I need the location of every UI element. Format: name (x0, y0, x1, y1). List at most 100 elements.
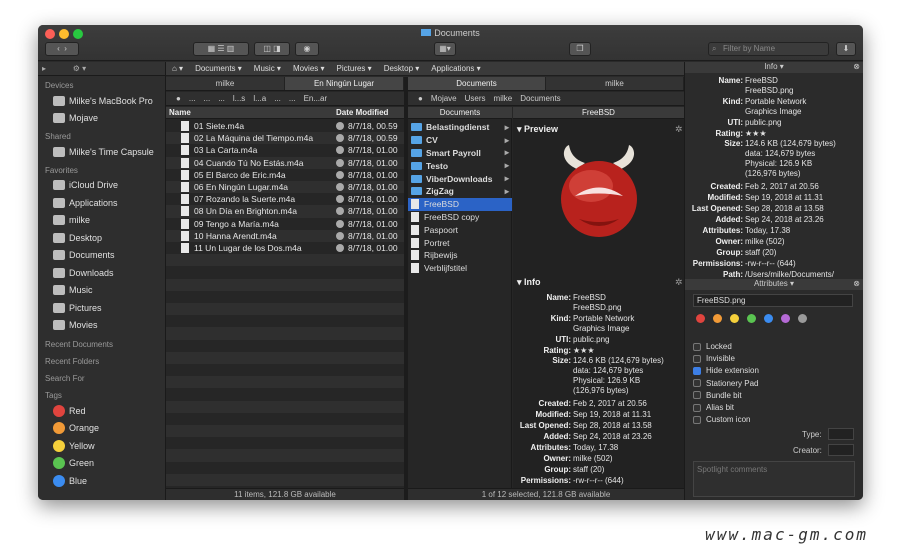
pathbar-item[interactable]: Desktop ▾ (378, 64, 426, 73)
sidebar-item[interactable]: Documents (38, 247, 165, 265)
file-row[interactable]: 06 En Ningún Lugar.m4a 8/7/18, 01.00 (166, 181, 404, 194)
column-item[interactable]: Portret (408, 236, 512, 249)
pathbar-item[interactable]: Pictures ▾ (331, 64, 378, 73)
checkbox[interactable] (693, 403, 701, 412)
column-item[interactable]: Smart Payroll ▸ (408, 147, 512, 160)
tab-1[interactable]: milke (546, 77, 684, 90)
label-color-dot[interactable] (713, 314, 722, 323)
checkbox[interactable] (693, 366, 701, 375)
label-color-dot[interactable] (764, 314, 773, 323)
pathbar-item[interactable]: Music ▾ (248, 64, 287, 73)
breadcrumb-item[interactable]: ... (185, 94, 200, 103)
file-row[interactable]: 08 Un Día en Brighton.m4a 8/7/18, 01.00 (166, 205, 404, 218)
column-item[interactable]: ViberDownloads ▸ (408, 172, 512, 185)
sidebar-toolbar[interactable]: ▸ ⚙ ▾ (38, 62, 165, 76)
sidebar-tag-item[interactable]: Yellow (38, 437, 165, 455)
breadcrumb-item[interactable]: milke (490, 94, 517, 103)
label-color-dot[interactable] (730, 314, 739, 323)
breadcrumb-item[interactable]: l...s (229, 94, 249, 103)
info-panel-header[interactable]: Info ▾ ⊗ (685, 62, 863, 73)
label-color-dot[interactable] (696, 314, 705, 323)
sidebar-tag-item[interactable]: Orange (38, 420, 165, 438)
pathbar-item[interactable]: Movies ▾ (287, 64, 331, 73)
attribute-checkbox[interactable]: Invisible (693, 354, 735, 363)
sidebar-tag-item[interactable]: Green (38, 455, 165, 473)
column-item[interactable]: Belastingdienst ▸ (408, 121, 512, 134)
sidebar-item[interactable]: Applications (38, 194, 165, 212)
sidebar-item[interactable]: Music (38, 282, 165, 300)
sidebar-item[interactable]: Pictures (38, 299, 165, 317)
file-row[interactable]: 07 Rozando la Suerte.m4a 8/7/18, 01.00 (166, 193, 404, 205)
type-field[interactable] (828, 428, 854, 440)
attributes-panel-close-icon[interactable]: ⊗ (853, 279, 860, 289)
file-row[interactable]: 02 La Máquina del Tiempo.m4a 8/7/18, 00.5… (166, 132, 404, 145)
sidebar-item[interactable]: Movies (38, 317, 165, 335)
column-item[interactable]: FreeBSD copy (408, 211, 512, 224)
label-color-dot[interactable] (747, 314, 756, 323)
label-color-dot[interactable] (781, 314, 790, 323)
arrange-button[interactable]: ▦▾ (434, 42, 456, 56)
checkbox[interactable] (693, 379, 701, 388)
label-color-dot[interactable] (798, 314, 807, 323)
column-item[interactable]: FreeBSD (408, 197, 512, 211)
column-item[interactable]: ZigZag ▸ (408, 185, 512, 198)
tab-0[interactable]: milke (166, 77, 285, 90)
checkbox[interactable] (693, 415, 701, 424)
search-for[interactable]: Search For (38, 368, 165, 385)
file-row[interactable]: 05 El Barco de Eric.m4a 8/7/18, 01.00 (166, 169, 404, 181)
dual-pane-toggle[interactable]: ◫ ◨ (254, 42, 290, 56)
download-button[interactable]: ⬇ (836, 42, 856, 56)
breadcrumb-item[interactable]: l...a (249, 94, 270, 103)
breadcrumb-item[interactable]: Documents (516, 94, 564, 103)
column-item[interactable]: Verblijfstitel (408, 262, 512, 275)
info-panel-close-icon[interactable]: ⊗ (853, 62, 860, 72)
column-item[interactable]: Paspoort (408, 223, 512, 236)
file-row[interactable]: 10 Hanna Arendt.m4a 8/7/18, 01.00 (166, 229, 404, 242)
home-icon[interactable]: ⌂ ▾ (166, 64, 189, 73)
column-item[interactable]: CV ▸ (408, 134, 512, 147)
back-forward-buttons[interactable]: ‹ › (45, 42, 79, 56)
checkbox[interactable] (693, 354, 701, 363)
preview-gear-icon[interactable]: ✲ (675, 124, 683, 135)
attribute-checkbox[interactable]: Stationery Pad (693, 379, 758, 388)
copy-button[interactable]: ❐ (569, 42, 591, 56)
info-gear-icon[interactable]: ✲ (675, 277, 683, 288)
creator-field[interactable] (828, 444, 854, 456)
preview-section-label[interactable]: ▾ Preview (517, 124, 558, 135)
breadcrumb-item[interactable]: Users (461, 94, 490, 103)
breadcrumb-item[interactable]: ... (200, 94, 215, 103)
file-row[interactable]: 11 Un Lugar de los Dos.m4a 8/7/18, 01.00 (166, 242, 404, 254)
attribute-checkbox[interactable]: Locked (693, 342, 732, 351)
attribute-checkbox[interactable]: Hide extension (693, 366, 759, 375)
column-item[interactable]: Testo ▸ (408, 159, 512, 172)
sidebar-tag-item[interactable]: Red (38, 402, 165, 420)
recent-documents[interactable]: Recent Documents (38, 334, 165, 351)
quick-look-button[interactable]: ◉ (295, 42, 319, 56)
checkbox[interactable] (693, 391, 701, 400)
sidebar-item[interactable]: Milke's Time Capsule (38, 143, 165, 161)
file-row[interactable]: 09 Tengo a María.m4a 8/7/18, 01.00 (166, 218, 404, 230)
attribute-checkbox[interactable]: Custom icon (693, 415, 750, 424)
date-column-header[interactable]: Date Modified (336, 108, 388, 117)
pathbar-item[interactable]: Documents ▾ (189, 64, 248, 73)
breadcrumb-item[interactable]: En...ar (300, 94, 332, 103)
column-item[interactable]: Rijbewijs (408, 249, 512, 262)
search-input[interactable]: ⌕ Filter by Name (708, 42, 829, 56)
sidebar-item[interactable]: Desktop (38, 229, 165, 247)
sidebar-item[interactable]: Milke's MacBook Pro (38, 92, 165, 110)
filename-field[interactable]: FreeBSD.png (693, 294, 853, 307)
breadcrumb-item[interactable]: ... (214, 94, 229, 103)
name-column-header[interactable]: Name (169, 108, 191, 117)
sidebar-item[interactable]: milke (38, 212, 165, 230)
recent-folders[interactable]: Recent Folders (38, 351, 165, 368)
breadcrumb-item[interactable]: Mojave (427, 94, 461, 103)
sidebar-item[interactable]: iCloud Drive (38, 177, 165, 195)
tab-1[interactable]: En Ningún Lugar (285, 77, 404, 90)
pathbar-item[interactable]: Applications ▾ (425, 64, 486, 73)
attribute-checkbox[interactable]: Bundle bit (693, 391, 742, 400)
spotlight-comments-field[interactable]: Spotlight comments (693, 461, 855, 497)
view-mode-buttons[interactable]: ▦ ☰ ▥ (193, 42, 249, 56)
sidebar-item[interactable]: Downloads (38, 264, 165, 282)
sidebar-tag-item[interactable]: Blue (38, 472, 165, 490)
sidebar-item[interactable]: Mojave (38, 110, 165, 128)
